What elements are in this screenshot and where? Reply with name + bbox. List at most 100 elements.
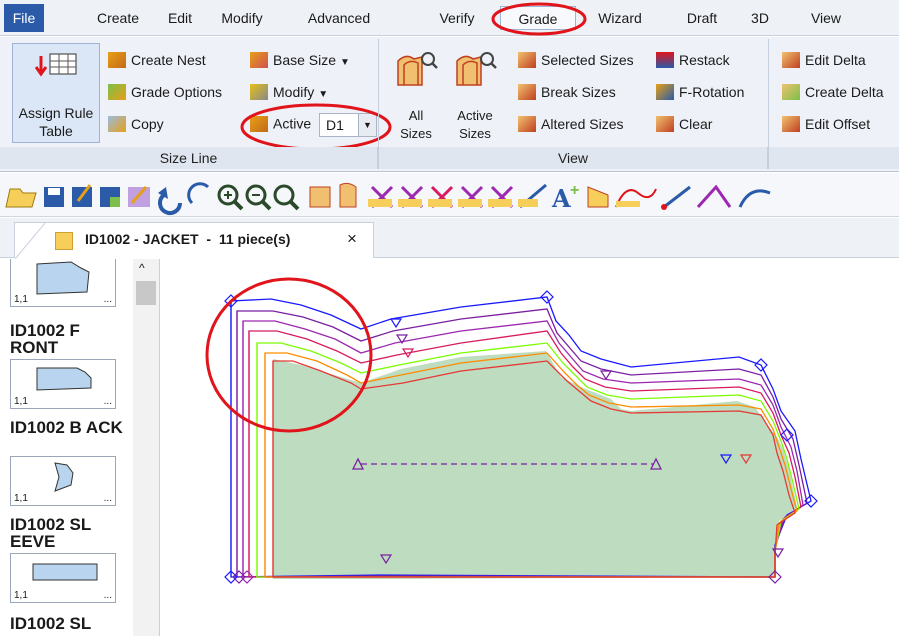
piece-more-icon[interactable]: ... xyxy=(104,590,112,601)
point-tool-icon[interactable] xyxy=(398,185,424,209)
graded-piece-drawing xyxy=(205,277,818,584)
copy-icon xyxy=(108,116,126,132)
create-delta-label: Create Delta xyxy=(805,84,884,100)
document-tab-bar: ID1002 - JACKET - 11 piece(s) × xyxy=(0,218,899,259)
piece-thumbnail[interactable]: 1,1 ... xyxy=(10,359,116,409)
restack-label: Restack xyxy=(679,52,730,68)
menu-file[interactable]: File xyxy=(4,4,44,32)
modify-icon xyxy=(250,84,268,100)
active-highlight-circle xyxy=(240,103,392,151)
break-sizes-button[interactable]: Break Sizes xyxy=(518,83,616,101)
edit-offset-icon xyxy=(782,116,800,132)
clear-button[interactable]: Clear xyxy=(656,115,712,133)
menu-verify[interactable]: Verify xyxy=(436,6,478,30)
edit-piece-icon[interactable] xyxy=(128,186,150,207)
altered-sizes-label: Altered Sizes xyxy=(541,116,624,132)
active-sizes-label: Active Sizes xyxy=(457,108,493,141)
create-delta-icon xyxy=(782,84,800,100)
save-as-icon[interactable] xyxy=(72,184,92,207)
grade-tool-icon[interactable] xyxy=(309,186,331,208)
grade-options-label: Grade Options xyxy=(131,84,223,100)
piece-name: ID1002 SL xyxy=(10,614,92,633)
curve-tool-icon[interactable] xyxy=(615,188,657,208)
edit-delta-label: Edit Delta xyxy=(805,52,866,68)
edit-offset-button[interactable]: Edit Offset xyxy=(782,115,870,133)
zoom-in-icon[interactable] xyxy=(217,184,244,211)
clear-label: Clear xyxy=(679,116,713,132)
menu-3d[interactable]: 3D xyxy=(746,6,774,30)
undo-icon[interactable] xyxy=(158,187,182,215)
drawing-canvas[interactable] xyxy=(161,259,899,636)
scrollbar-thumb[interactable] xyxy=(136,281,156,305)
ribbon: Assign Rule Table Create Nest Grade Opti… xyxy=(0,37,899,172)
menu-draft[interactable]: Draft xyxy=(680,6,724,30)
point-tool-icon[interactable] xyxy=(428,185,454,209)
scroll-up-arrow-icon[interactable]: ^ xyxy=(139,261,145,275)
toolbar: A + xyxy=(0,173,899,217)
base-size-icon xyxy=(250,52,268,68)
view-group-title: View xyxy=(379,147,768,169)
text-tool-icon[interactable]: A + xyxy=(551,182,579,213)
open-folder-icon[interactable] xyxy=(5,188,37,208)
segment-tool-icon[interactable] xyxy=(661,185,691,210)
menu-create[interactable]: Create xyxy=(92,6,144,30)
create-delta-button[interactable]: Create Delta xyxy=(782,83,884,101)
active-sizes-button[interactable]: Active Sizes xyxy=(448,41,502,145)
restack-icon xyxy=(656,52,674,68)
piece-thumbnail[interactable]: 1,1 ... xyxy=(10,259,116,307)
size-tool-icon[interactable] xyxy=(339,182,357,208)
base-piece-fill xyxy=(273,351,797,579)
create-nest-label: Create Nest xyxy=(131,52,206,68)
svg-text:+: + xyxy=(570,182,579,199)
menu-modify[interactable]: Modify xyxy=(214,6,270,30)
grade-options-button[interactable]: Grade Options xyxy=(108,83,222,101)
menu-advanced[interactable]: Advanced xyxy=(300,6,378,30)
menu-wizard[interactable]: Wizard xyxy=(590,6,650,30)
active-sizes-icon xyxy=(456,52,497,86)
piece-name: ID1002 F RONT xyxy=(10,321,80,357)
copy-button[interactable]: Copy xyxy=(108,115,164,133)
toolbar-icons: A + xyxy=(5,182,771,215)
notch-tool-icon[interactable] xyxy=(587,186,609,208)
point-tool-icon[interactable] xyxy=(458,185,484,209)
zoom-out-icon[interactable] xyxy=(245,184,272,211)
save-all-icon[interactable] xyxy=(100,187,120,207)
angle-tool-icon[interactable] xyxy=(696,184,732,209)
modify-label: Modify xyxy=(273,84,315,100)
piece-thumbnail[interactable]: 1,1 ... xyxy=(10,553,116,603)
rule-table-icon xyxy=(35,53,77,77)
piece-more-icon[interactable]: ... xyxy=(104,396,112,407)
assign-rule-table-label: Assign Rule Table xyxy=(18,105,94,139)
point-tool-icon[interactable] xyxy=(368,185,394,209)
curve-edit-icon[interactable] xyxy=(738,189,771,208)
selected-sizes-button[interactable]: Selected Sizes xyxy=(518,51,634,69)
document-tab[interactable]: ID1002 - JACKET - 11 piece(s) × xyxy=(14,222,374,259)
close-tab-icon[interactable]: × xyxy=(347,229,357,249)
altered-sizes-button[interactable]: Altered Sizes xyxy=(518,115,623,133)
piece-more-icon[interactable]: ... xyxy=(104,294,112,305)
menu-view[interactable]: View xyxy=(806,6,846,30)
edit-offset-label: Edit Offset xyxy=(805,116,871,132)
restack-button[interactable]: Restack xyxy=(656,51,730,69)
piece-tag: 1,1 xyxy=(14,294,28,305)
line-tool-icon[interactable] xyxy=(518,183,547,209)
zoom-fit-icon[interactable] xyxy=(273,184,300,211)
point-tool-icon[interactable] xyxy=(488,185,514,209)
all-sizes-label: All Sizes xyxy=(400,108,432,141)
piece-more-icon[interactable]: ... xyxy=(104,493,112,504)
edit-delta-button[interactable]: Edit Delta xyxy=(782,51,866,69)
save-icon[interactable] xyxy=(44,187,64,207)
all-sizes-button[interactable]: All Sizes xyxy=(392,41,440,145)
base-size-button[interactable]: Base Size ▼ xyxy=(250,51,350,72)
assign-rule-table-button[interactable]: Assign Rule Table xyxy=(12,43,100,143)
create-nest-button[interactable]: Create Nest xyxy=(108,51,206,69)
tab-slant xyxy=(15,223,46,259)
svg-text:A: A xyxy=(551,184,571,213)
grade-highlight-circle xyxy=(491,2,587,36)
f-rotation-button[interactable]: F-Rotation xyxy=(656,83,744,101)
menu-edit[interactable]: Edit xyxy=(160,6,200,30)
redo-icon[interactable] xyxy=(187,182,210,205)
piece-list-scrollbar[interactable]: ^ xyxy=(133,259,159,636)
all-sizes-icon xyxy=(397,52,438,86)
piece-thumbnail[interactable]: 1,1 ... xyxy=(10,456,116,506)
